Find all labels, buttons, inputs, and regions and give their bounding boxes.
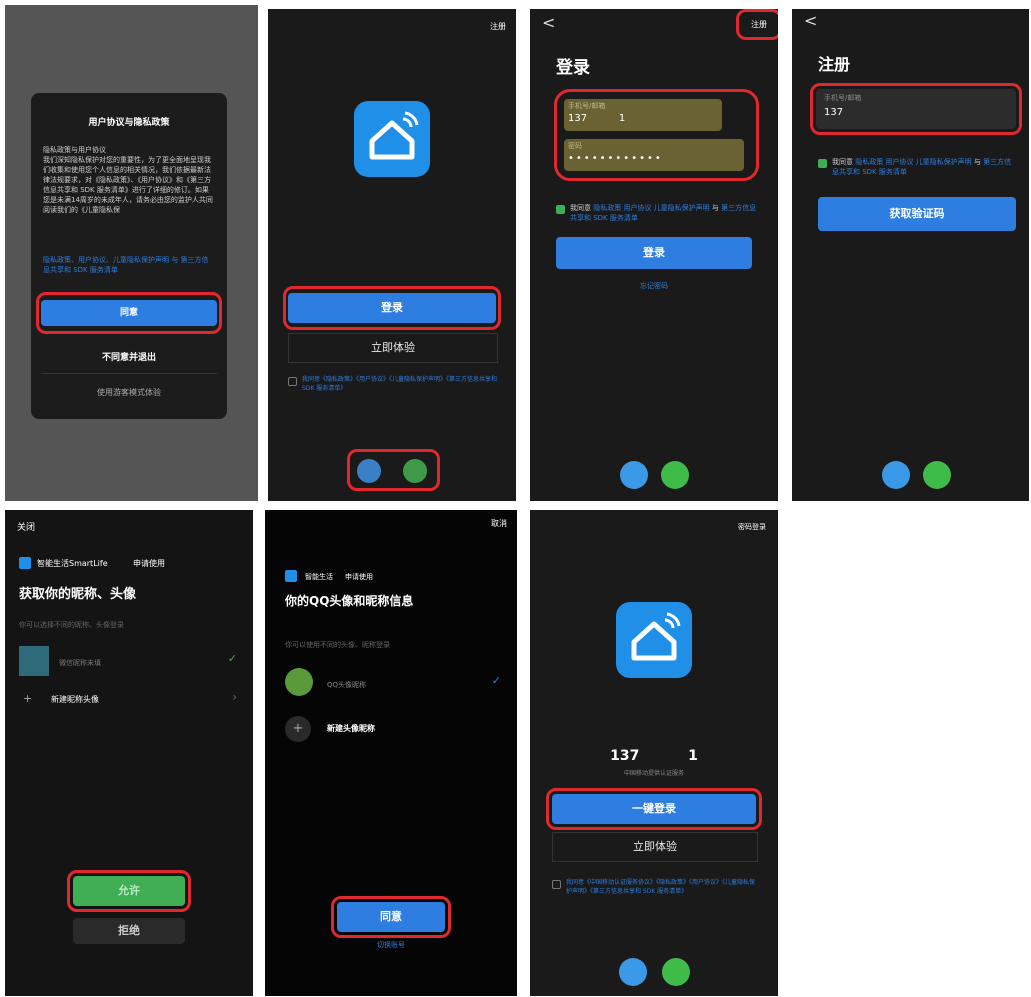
close-button[interactable]: 关闭 (17, 520, 35, 533)
login-button[interactable]: 登录 (556, 237, 752, 269)
agreement-text: 我同意 隐私政策 用户协议 儿童隐私保护声明 与 第三方信息共享和 SDK 服务… (570, 203, 760, 223)
back-arrow-icon[interactable]: < (804, 11, 817, 30)
agreement-checkbox[interactable] (288, 377, 297, 386)
screen-wechat-auth: 关闭 智能生活SmartLife 申请使用 获取你的昵称、头像 你可以选择不同的… (5, 510, 253, 996)
agreement-policy-links[interactable]: 隐私政策 用户协议 儿童隐私保护声明 (593, 204, 709, 212)
apply-label: 申请使用 (345, 573, 373, 581)
masked-phone-number: 137 1 (610, 748, 698, 764)
wechat-login-icon[interactable] (923, 461, 951, 489)
home-wifi-icon (369, 111, 419, 160)
qq-login-icon[interactable] (882, 461, 910, 489)
highlight-social-login (347, 449, 440, 491)
app-icon (19, 557, 31, 569)
dialog-body: 我们深知隐私保护对您的重要性，为了更全面地呈现我们收集和使用您个人信息的相关情况… (43, 156, 213, 214)
app-icon (285, 570, 297, 582)
profile-row[interactable]: QQ头像昵称 ✓ (283, 666, 505, 700)
qq-login-icon[interactable] (619, 958, 647, 986)
highlight-allow (67, 870, 191, 912)
plus-icon: + (23, 692, 33, 705)
screen-login: < 注册 登录 手机号/邮箱 137 1 密码 •••••••••••• 我同意… (530, 9, 778, 501)
profile-row[interactable]: 微信昵称未填 ✓ (17, 642, 241, 682)
dialog-title: 用户协议与隐私政策 (88, 118, 170, 128)
new-profile-row[interactable]: + 新建昵称头像 › (17, 690, 241, 712)
agreement-and: 与 (711, 204, 719, 212)
new-profile-row[interactable]: + 新建头像昵称 (283, 714, 505, 744)
apply-label: 申请使用 (133, 559, 165, 568)
agreement-prefix: 我同意 (570, 204, 591, 212)
check-icon: ✓ (491, 674, 501, 687)
highlight-one-click-login (546, 788, 762, 830)
new-profile-label: 新建头像昵称 (327, 724, 375, 733)
hint-text: 你可以选择不同的昵称、头像登录 (19, 621, 124, 629)
page-title: 登录 (556, 58, 590, 78)
highlight-agree (36, 292, 222, 334)
screen-privacy-dialog: 用户协议与隐私政策 隐私政策与用户协议 我们深知隐私保护对您的重要性，为了更全面… (5, 5, 258, 501)
forgot-password-link[interactable]: 忘记密码 (530, 281, 778, 291)
try-now-button[interactable]: 立即体验 (552, 832, 758, 862)
try-now-button[interactable]: 立即体验 (288, 333, 498, 363)
page-title: 注册 (818, 55, 851, 74)
agreement-links[interactable]: 我同意《中国移动认证服务协议》《隐私政策》《用户协议》《儿童隐私保护声明》《第三… (566, 878, 760, 896)
disagree-exit-button[interactable]: 不同意并退出 (31, 350, 227, 363)
new-profile-label: 新建昵称头像 (51, 695, 99, 704)
screen-one-click-login: 密码登录 137 1 中国移动提供认证服务 一键登录 立即体验 我同意《中国移动… (530, 510, 778, 996)
reject-button[interactable]: 拒绝 (73, 918, 185, 944)
page-title: 获取你的昵称、头像 (19, 587, 137, 602)
profile-name: 微信昵称未填 (59, 659, 101, 667)
check-icon: ✓ (227, 652, 237, 665)
hint-text: 你可以使用不同的头像、昵称登录 (285, 641, 390, 649)
avatar (19, 646, 49, 676)
agreement-links[interactable]: 我同意《隐私政策》《用户协议》《儿童隐私保护声明》《第三方信息共享和 SDK 服… (302, 375, 498, 393)
highlight-agree (331, 896, 451, 938)
highlight-register (736, 9, 778, 40)
get-code-button[interactable]: 获取验证码 (818, 197, 1016, 231)
avatar (285, 668, 313, 696)
wechat-login-icon[interactable] (662, 958, 690, 986)
carrier-note: 中国移动提供认证服务 (623, 770, 684, 777)
dialog-subtitle: 隐私政策与用户协议 (43, 146, 106, 154)
agreement-and: 与 (973, 158, 981, 166)
agreement-checkbox[interactable] (552, 880, 561, 889)
agreement-prefix: 我同意 (832, 158, 853, 166)
screen-qq-auth: 取消 智能生活 申请使用 你的QQ头像和昵称信息 你可以使用不同的头像、昵称登录… (265, 510, 517, 996)
app-name: 智能生活 (305, 573, 333, 581)
profile-name: QQ头像昵称 (327, 681, 367, 689)
page-title: 你的QQ头像和昵称信息 (285, 594, 414, 608)
password-login-link[interactable]: 密码登录 (738, 522, 766, 532)
screen-welcome: 注册 登录 立即体验 我同意《隐私政策》《用户协议》《儿童隐私保护声明》《第三方… (268, 9, 516, 501)
register-link[interactable]: 注册 (490, 21, 506, 32)
highlight-phone-field (810, 83, 1022, 135)
privacy-dialog: 用户协议与隐私政策 隐私政策与用户协议 我们深知隐私保护对您的重要性，为了更全面… (31, 93, 227, 419)
agreement-checkbox[interactable] (818, 159, 827, 168)
guest-mode-button[interactable]: 使用游客模式体验 (31, 387, 227, 398)
home-wifi-icon (631, 612, 681, 661)
cancel-button[interactable]: 取消 (491, 518, 507, 529)
smartlife-logo (354, 101, 430, 177)
app-name: 智能生活SmartLife (37, 559, 108, 568)
divider (41, 373, 217, 374)
plus-icon: + (285, 716, 311, 742)
qq-login-icon[interactable] (620, 461, 648, 489)
chevron-right-icon: › (232, 690, 237, 704)
highlight-login (283, 286, 501, 330)
screen-register: < 注册 手机号/邮箱 137 我同意 隐私政策 用户协议 儿童隐私保护声明 与… (792, 9, 1029, 501)
wechat-login-icon[interactable] (661, 461, 689, 489)
agreement-checkbox[interactable] (556, 205, 565, 214)
switch-account-link[interactable]: 切换账号 (265, 940, 517, 950)
smartlife-logo (616, 602, 692, 678)
dialog-policy-links[interactable]: 隐私政策、用户协议、儿童隐私保护声明 与 第三方信息共享和 SDK 服务清单 (43, 255, 215, 275)
agreement-policy-links[interactable]: 隐私政策 用户协议 儿童隐私保护声明 (855, 158, 971, 166)
highlight-credentials (554, 89, 759, 181)
agreement-text: 我同意 隐私政策 用户协议 儿童隐私保护声明 与 第三方信息共享和 SDK 服务… (832, 157, 1012, 177)
back-arrow-icon[interactable]: < (542, 13, 555, 32)
